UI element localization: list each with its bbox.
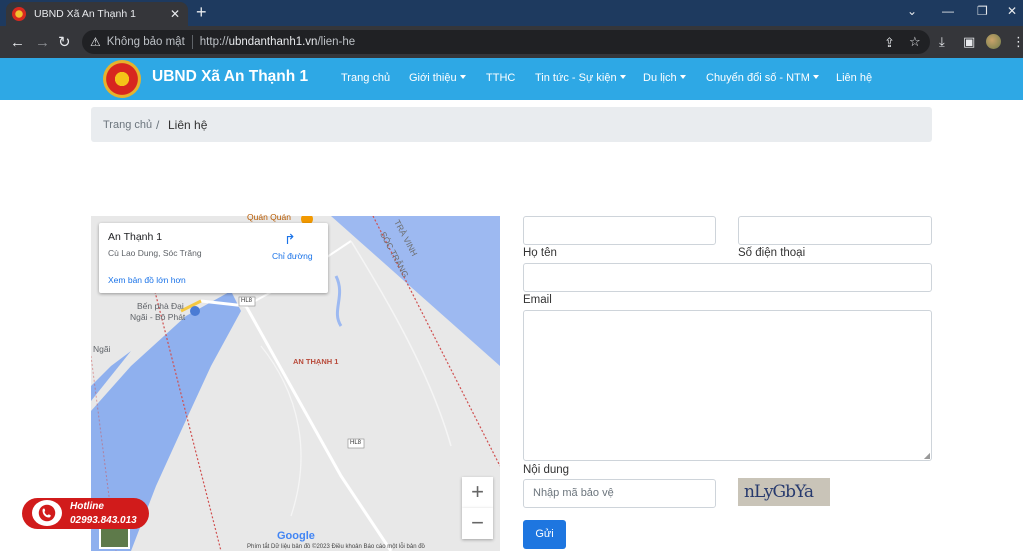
resize-handle-icon[interactable]: ◢ (924, 451, 930, 460)
nav-contact[interactable]: Liên hệ (836, 72, 872, 84)
email-label: Email (523, 294, 552, 306)
captcha-placeholder: Nhập mã bảo vệ (533, 487, 614, 499)
map-place-title: An Thạnh 1 (108, 231, 163, 243)
map-poi-label: Quán Quán (247, 212, 291, 222)
nav-news[interactable]: Tin tức - Sự kiện (535, 72, 626, 84)
download-icon[interactable]: ⤓ (939, 34, 945, 50)
nav-digital[interactable]: Chuyển đổi số - NTM (706, 72, 819, 84)
captcha-image: nLyGbYa (738, 478, 830, 506)
chevron-down-icon (619, 75, 626, 79)
name-label: Họ tên (523, 247, 557, 259)
browser-tab[interactable]: UBND Xã An Thạnh 1 ✕ (6, 2, 188, 26)
map-ferry-label-1: Bến phà Đại (137, 301, 184, 311)
breadcrumb-home-link[interactable]: Trang chủ (103, 119, 152, 131)
map-attribution[interactable]: Phím tắt Dữ liệu bản đồ ©2023 Điều khoản… (247, 544, 425, 550)
breadcrumb-current: Liên hệ (168, 118, 208, 132)
chevron-down-icon (812, 75, 819, 79)
address-bar[interactable]: ⚠ Không bảo mật http://ubndanthanh1.vn/l… (82, 30, 930, 54)
map-ferry-label-2: Ngãi - Bô Phát (130, 312, 186, 322)
share-icon[interactable]: ⇪ (884, 35, 895, 51)
url-text: http://ubndanthanh1.vn/lien-he (199, 36, 356, 48)
map-place-address: Cù Lao Dung, Sóc Trăng (108, 248, 202, 258)
name-field[interactable] (523, 216, 716, 245)
site-title[interactable]: UBND Xã An Thạnh 1 (152, 68, 308, 86)
nav-home[interactable]: Trang chủ (341, 72, 390, 84)
minimize-icon[interactable]: — (942, 4, 954, 18)
national-emblem-logo[interactable] (103, 60, 141, 98)
reload-icon[interactable]: ↻ (58, 34, 71, 52)
map-road-label-2: HL8 (350, 440, 362, 446)
chevron-down-icon (459, 75, 466, 79)
close-tab-icon[interactable]: ✕ (168, 7, 182, 21)
forward-icon[interactable]: → (35, 34, 50, 52)
site-favicon-icon (12, 7, 26, 21)
phone-field[interactable] (738, 216, 932, 245)
map-commune-label: AN THẠNH 1 (293, 357, 339, 366)
larger-map-link[interactable]: Xem bản đồ lớn hơn (108, 275, 186, 285)
profile-avatar[interactable] (986, 34, 1001, 49)
hotline-number[interactable]: 02993.843.013 (70, 515, 137, 526)
back-icon[interactable]: ← (10, 34, 25, 52)
directions-icon[interactable]: ↱ (284, 231, 296, 248)
email-field[interactable] (523, 263, 932, 292)
new-tab-button[interactable]: + (196, 3, 207, 21)
phone-icon (32, 500, 62, 526)
nav-about[interactable]: Giới thiệu (409, 72, 466, 84)
tab-title: UBND Xã An Thạnh 1 (34, 8, 136, 20)
directions-link[interactable]: Chỉ đường (272, 251, 313, 261)
bookmark-star-icon[interactable]: ☆ (909, 34, 921, 50)
phone-label: Số điện thoại (738, 247, 806, 259)
nav-tthc[interactable]: TTHC (486, 72, 515, 84)
map-town-label: Ngãi (93, 344, 111, 354)
hotline-title: Hotline (70, 501, 104, 512)
zoom-in-button[interactable]: + (462, 477, 493, 508)
tab-search-icon[interactable]: ⌄ (907, 4, 917, 18)
omnibox-divider (191, 35, 193, 49)
menu-kebab-icon[interactable]: ⋮ (1012, 34, 1023, 50)
sidepanel-icon[interactable]: ▣ (963, 34, 975, 50)
zoom-out-button[interactable]: − (462, 508, 493, 539)
content-label: Nội dung (523, 464, 570, 476)
breadcrumb-separator: / (156, 118, 160, 132)
warning-icon: ⚠ (90, 35, 101, 49)
breadcrumb (91, 107, 932, 142)
captcha-input[interactable]: Nhập mã bảo vệ (523, 479, 716, 508)
chevron-down-icon (679, 75, 686, 79)
google-logo: Google (277, 530, 315, 542)
restore-icon[interactable]: ❐ (977, 4, 988, 18)
map-road-label-1: HL8 (241, 298, 253, 304)
nav-tourism[interactable]: Du lịch (643, 72, 686, 84)
security-label: Không bảo mật (106, 36, 185, 48)
content-textarea[interactable]: ◢ (523, 310, 932, 461)
close-window-icon[interactable]: ✕ (1007, 4, 1017, 18)
submit-button[interactable]: Gửi (523, 520, 566, 549)
